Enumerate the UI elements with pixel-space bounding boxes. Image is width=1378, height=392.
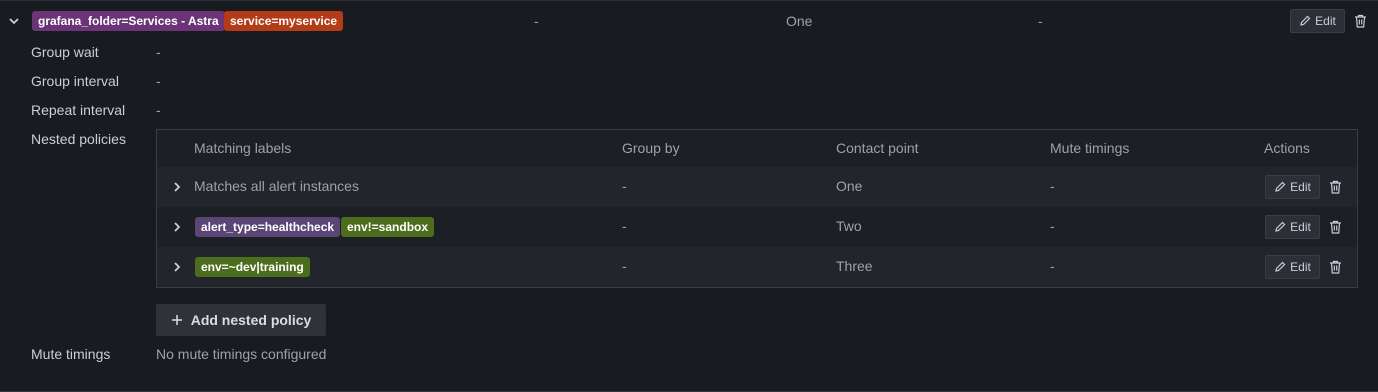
plus-icon (171, 315, 182, 325)
matches-all-text: Matches all alert instances (194, 178, 359, 194)
table-row: alert_type=healthcheck env!=sandbox - Tw… (157, 207, 1357, 247)
trash-icon[interactable] (1327, 259, 1343, 275)
row-group-by: - (622, 258, 627, 274)
row-contact-point: One (836, 178, 863, 194)
row-contact-point: Three (836, 258, 873, 274)
label-tag-alert-type: alert_type=healthcheck (195, 217, 341, 237)
trash-icon[interactable] (1352, 13, 1368, 29)
mute-timings-value: No mute timings configured (156, 346, 327, 362)
header-actions: Actions (1264, 140, 1310, 156)
chevron-down-icon[interactable] (6, 13, 22, 29)
header-group-by: Group by (622, 140, 680, 156)
policy-contact-point: One (786, 13, 813, 29)
pencil-icon (1275, 221, 1286, 232)
label-tag-env: env=~dev|training (195, 257, 310, 277)
label-tag-folder: grafana_folder=Services - Astra (32, 11, 225, 31)
add-nested-policy-label: Add nested policy (190, 312, 312, 328)
chevron-right-icon[interactable] (169, 219, 185, 235)
edit-policy-button[interactable]: Edit (1290, 9, 1345, 33)
repeat-interval-value: - (156, 102, 161, 118)
row-group-by: - (622, 218, 627, 234)
row-mute-timings: - (1050, 258, 1055, 274)
group-interval-label: Group interval (31, 73, 119, 89)
notification-policy-row: grafana_folder=Services - Astra service=… (0, 0, 1378, 392)
add-nested-policy-button[interactable]: Add nested policy (156, 304, 326, 336)
table-row: env=~dev|training - Three - Edit (157, 247, 1357, 287)
pencil-icon (1300, 15, 1311, 26)
trash-icon[interactable] (1327, 179, 1343, 195)
label-tag-service: service=myservice (224, 11, 344, 31)
edit-label: Edit (1290, 220, 1311, 234)
header-contact-point: Contact point (836, 140, 919, 156)
policy-mute-timings: - (1038, 13, 1043, 29)
edit-label: Edit (1290, 260, 1311, 274)
edit-label: Edit (1315, 14, 1336, 28)
header-matching-labels: Matching labels (194, 140, 292, 156)
policy-group-by: - (534, 13, 539, 29)
group-interval-value: - (156, 73, 161, 89)
row-mute-timings: - (1050, 218, 1055, 234)
row-group-by: - (622, 178, 627, 194)
nested-policies-label: Nested policies (31, 131, 126, 147)
edit-nested-policy-button[interactable]: Edit (1265, 215, 1320, 239)
pencil-icon (1275, 181, 1286, 192)
label-tag-env: env!=sandbox (341, 217, 435, 237)
group-wait-value: - (156, 44, 161, 60)
row-contact-point: Two (836, 218, 862, 234)
pencil-icon (1275, 261, 1286, 272)
table-row: Matches all alert instances - One - Edit (157, 167, 1357, 207)
edit-nested-policy-button[interactable]: Edit (1265, 255, 1320, 279)
trash-icon[interactable] (1327, 219, 1343, 235)
chevron-right-icon[interactable] (169, 259, 185, 275)
header-mute-timings: Mute timings (1050, 140, 1130, 156)
edit-nested-policy-button[interactable]: Edit (1265, 175, 1320, 199)
group-wait-label: Group wait (31, 44, 99, 60)
chevron-right-icon[interactable] (169, 179, 185, 195)
edit-label: Edit (1290, 180, 1311, 194)
mute-timings-label: Mute timings (31, 346, 111, 362)
row-mute-timings: - (1050, 178, 1055, 194)
repeat-interval-label: Repeat interval (31, 102, 126, 118)
nested-policies-table: Matching labels Group by Contact point M… (156, 129, 1358, 288)
